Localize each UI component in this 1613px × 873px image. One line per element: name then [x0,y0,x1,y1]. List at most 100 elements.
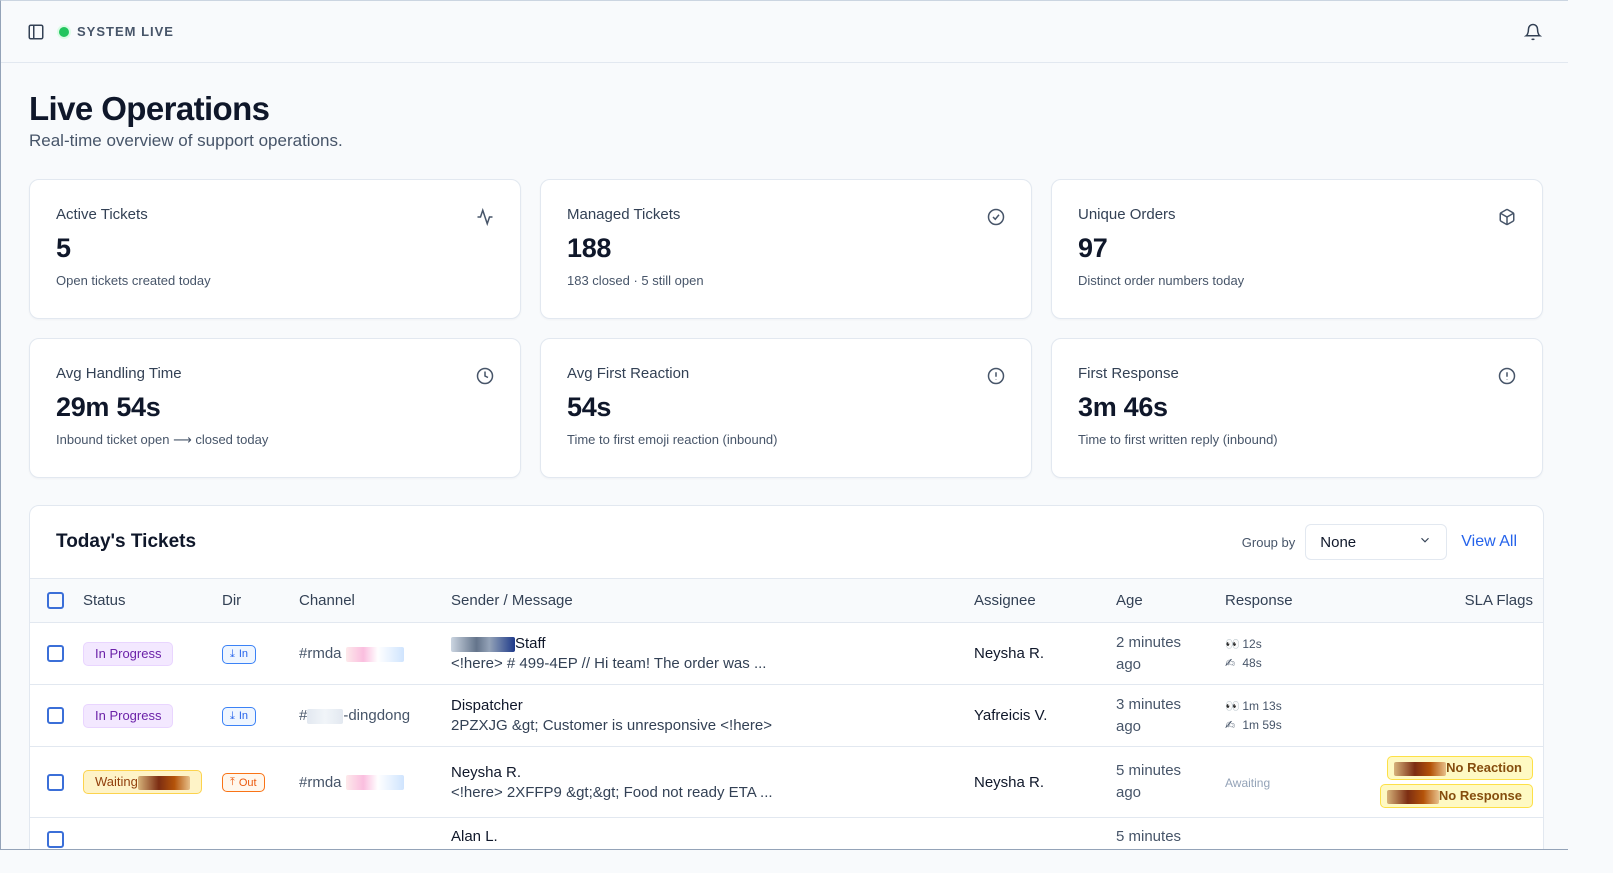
table-row[interactable]: Alan L. 5 minutes [30,818,1543,850]
table-row[interactable]: In Progress ⤓ In # -dingdong Dispatcher 2P… [30,685,1543,747]
system-status-label: SYSTEM LIVE [77,24,174,39]
todays-tickets-panel: Today's Tickets Group by None View All S… [29,505,1544,850]
age-line: ago [1116,784,1142,801]
writing-hand-icon: ✍ [1225,655,1236,670]
channel-name: #rmda [299,773,342,791]
message-preview: 2PZXJG &gt; Customer is unresponsive <!h… [451,717,772,734]
table-header-row: Status Dir Channel Sender / Message Assi… [30,578,1543,623]
package-icon [1498,208,1516,226]
view-all-link[interactable]: View All [1461,533,1517,551]
redacted-block [345,646,404,662]
alert-circle-icon [1498,367,1516,385]
table-row[interactable]: Waiting ⤒ Out #rmda Neysha R. <!here> 2XF… [30,747,1543,818]
select-all-checkbox[interactable] [47,592,64,610]
redacted-block [307,708,344,724]
sidebar-toggle-icon[interactable] [27,23,45,41]
age-line: 3 minutes [1116,695,1182,713]
status-badge: In Progress [83,703,174,728]
age-line: 5 minutes [1116,828,1182,845]
column-header-age[interactable]: Age [1116,579,1225,623]
redacted-block [1386,789,1439,804]
stat-note: Time to first emoji reaction (inbound) [567,432,778,447]
stat-card-active-tickets: Active Tickets 5 Open tickets created to… [29,179,521,319]
stat-note: Time to first written reply (inbound) [1078,432,1278,447]
arrow-down-icon: ⤓ [230,709,235,722]
writing-hand-icon: ✍ [1225,717,1236,732]
column-header-sender-message[interactable]: Sender / Message [451,579,974,623]
reaction-time: 1m 13s [1242,698,1282,713]
bell-icon[interactable] [1524,23,1542,41]
system-status: SYSTEM LIVE [59,24,174,39]
arrow-up-icon: ⤒ [230,776,235,788]
status-badge: Waiting [83,770,202,794]
column-header-response[interactable]: Response [1225,579,1365,623]
stat-note: Open tickets created today [56,273,211,288]
direction-badge: ⤓ In [222,706,257,726]
channel-prefix: # [299,707,308,724]
page-title: Live Operations [29,90,270,127]
tickets-header: Today's Tickets Group by None View All [30,506,1543,578]
stat-note: Distinct order numbers today [1078,273,1245,288]
check-circle-icon [987,208,1005,226]
column-header-channel[interactable]: Channel [299,579,451,623]
row-checkbox[interactable] [47,830,64,848]
column-header-status[interactable]: Status [83,579,222,623]
column-header-dir[interactable]: Dir [222,579,299,623]
eyes-icon: 👀 [1225,698,1240,713]
reaction-time: 12s [1242,636,1262,651]
stat-title: First Response [1078,365,1179,382]
stat-value: 5 [56,233,71,263]
stat-card-managed-tickets: Managed Tickets 188 183 closed · 5 still… [540,179,1032,319]
row-checkbox[interactable] [47,645,64,663]
row-checkbox[interactable] [47,773,64,791]
app-frame: SYSTEM LIVE Live Operations Real-time ov… [0,0,1568,850]
stat-value: 97 [1078,233,1108,263]
stat-title: Avg Handling Time [56,365,182,382]
direction-badge: ⤓ In [222,644,257,664]
group-by-value: None [1320,533,1357,551]
message-preview: <!here> 2XFFP9 &gt;&gt; Food not ready E… [451,783,773,801]
reply-time: 1m 59s [1242,717,1282,732]
assignee-name: Neysha R. [974,773,1045,791]
sla-flags-cell [1365,623,1543,685]
age-line: 5 minutes [1116,762,1182,779]
sender-name: Dispatcher [451,697,523,714]
message-preview: <!here> # 499-4EP // Hi team! The order … [451,655,767,672]
response-awaiting: Awaiting [1225,775,1271,790]
status-badge: In Progress [83,641,174,666]
sla-flags-cell [1365,685,1543,747]
redacted-block [345,775,404,791]
redacted-block [451,636,515,652]
group-by-select[interactable]: None [1305,524,1448,560]
stat-card-unique-orders: Unique Orders 97 Distinct order numbers … [1051,179,1543,319]
stat-title: Unique Orders [1078,206,1176,223]
sender-name: Neysha R. [451,763,522,781]
column-header-assignee[interactable]: Assignee [974,579,1116,623]
direction-badge: ⤒ Out [222,773,265,792]
live-indicator-dot [59,26,69,37]
clock-icon [476,367,494,385]
stat-note: 183 closed · 5 still open [567,273,704,288]
tickets-title: Today's Tickets [56,531,197,552]
table-row[interactable]: In Progress ⤓ In #rmda Staff <!here> # 49… [30,623,1543,685]
age-line: ago [1116,655,1142,673]
stat-value: 29m 54s [56,392,161,422]
sender-name: Staff [515,635,546,652]
redacted-block [137,775,190,790]
row-checkbox[interactable] [47,707,64,725]
chevron-down-icon [1418,533,1432,551]
stat-card-avg-first-reaction: Avg First Reaction 54s Time to first emo… [540,338,1032,478]
group-by-label: Group by [1241,534,1296,550]
top-bar: SYSTEM LIVE [1,1,1568,63]
redacted-block [1394,762,1447,776]
channel-name: -dingdong [343,707,411,724]
column-header-sla-flags[interactable]: SLA Flags [1365,579,1543,623]
stat-note: Inbound ticket open ⟶ closed today [56,432,269,447]
sla-flag-badge: No Response [1379,784,1533,808]
activity-icon [476,207,494,227]
stat-title: Active Tickets [56,206,148,223]
arrow-down-icon: ⤓ [230,647,235,660]
stat-card-first-response: First Response 3m 46s Time to first writ… [1051,338,1543,478]
eyes-icon: 👀 [1225,636,1240,651]
sla-flag-badge: No Reaction [1387,756,1533,780]
